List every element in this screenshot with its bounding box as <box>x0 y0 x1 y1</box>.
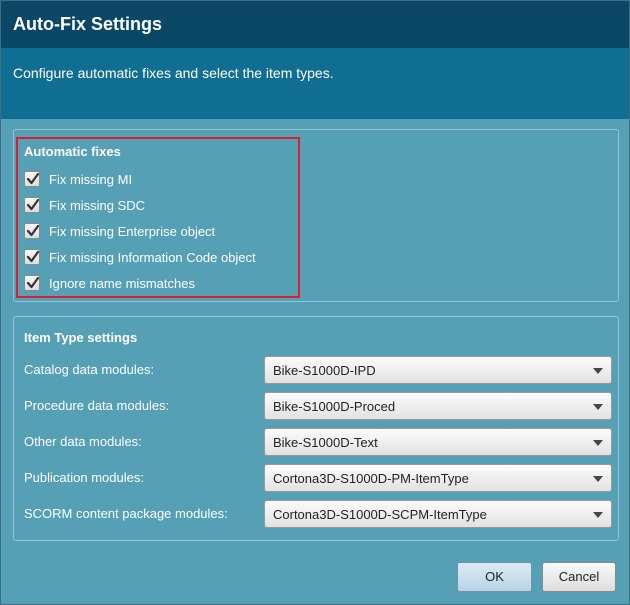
ignore-name-mismatches-option[interactable]: Ignore name mismatches <box>24 273 195 293</box>
procedure-data-modules-select[interactable]: Bike-S1000D-Proced <box>264 392 612 420</box>
automatic-fixes-title: Automatic fixes <box>24 144 121 159</box>
fix-missing-information-code-option[interactable]: Fix missing Information Code object <box>24 247 256 267</box>
chevron-down-icon <box>593 440 603 446</box>
chevron-down-icon <box>593 368 603 374</box>
ignore-name-mismatches-checkbox[interactable] <box>24 275 40 291</box>
scorm-content-package-modules-label: SCORM content package modules: <box>24 506 228 521</box>
auto-fix-settings-dialog: Auto-Fix Settings Configure automatic fi… <box>0 0 630 605</box>
fix-missing-enterprise-object-option[interactable]: Fix missing Enterprise object <box>24 221 215 241</box>
fix-missing-mi-checkbox[interactable] <box>24 171 40 187</box>
scorm-content-package-modules-value: Cortona3D-S1000D-SCPM-ItemType <box>273 507 487 522</box>
checkmark-icon <box>26 172 40 185</box>
publication-modules-label: Publication modules: <box>24 470 144 485</box>
checkmark-icon <box>26 198 40 211</box>
fix-missing-sdc-label: Fix missing SDC <box>49 197 146 213</box>
fix-missing-mi-option[interactable]: Fix missing MI <box>24 169 132 189</box>
chevron-down-icon <box>593 404 603 410</box>
checkmark-icon <box>26 224 40 237</box>
chevron-down-icon <box>593 512 603 518</box>
checkmark-icon <box>26 250 40 263</box>
catalog-data-modules-label: Catalog data modules: <box>24 362 155 377</box>
cancel-button[interactable]: Cancel <box>542 562 616 592</box>
fix-missing-mi-label: Fix missing MI <box>49 171 133 187</box>
dialog-title: Auto-Fix Settings <box>13 14 162 34</box>
chevron-down-icon <box>593 476 603 482</box>
catalog-data-modules-value: Bike-S1000D-IPD <box>273 363 376 378</box>
publication-modules-select[interactable]: Cortona3D-S1000D-PM-ItemType <box>264 464 612 492</box>
procedure-data-modules-value: Bike-S1000D-Proced <box>273 399 396 414</box>
other-data-modules-value: Bike-S1000D-Text <box>273 435 378 450</box>
fix-missing-enterprise-object-label: Fix missing Enterprise object <box>49 223 216 239</box>
procedure-data-modules-label: Procedure data modules: <box>24 398 170 413</box>
fix-missing-information-code-label: Fix missing Information Code object <box>49 249 256 265</box>
ok-button[interactable]: OK <box>457 562 532 592</box>
checkmark-icon <box>26 276 40 289</box>
publication-modules-value: Cortona3D-S1000D-PM-ItemType <box>273 471 469 486</box>
other-data-modules-select[interactable]: Bike-S1000D-Text <box>264 428 612 456</box>
catalog-data-modules-select[interactable]: Bike-S1000D-IPD <box>264 356 612 384</box>
fix-missing-enterprise-object-checkbox[interactable] <box>24 223 40 239</box>
item-type-settings-title: Item Type settings <box>24 330 138 345</box>
dialog-subtitle: Configure automatic fixes and select the… <box>13 65 334 81</box>
fix-missing-sdc-option[interactable]: Fix missing SDC <box>24 195 145 215</box>
fix-missing-information-code-checkbox[interactable] <box>24 249 40 265</box>
fix-missing-sdc-checkbox[interactable] <box>24 197 40 213</box>
title-bar: Auto-Fix Settings <box>1 1 629 48</box>
dialog-header: Configure automatic fixes and select the… <box>1 48 629 119</box>
scorm-content-package-modules-select[interactable]: Cortona3D-S1000D-SCPM-ItemType <box>264 500 612 528</box>
other-data-modules-label: Other data modules: <box>24 434 142 449</box>
ignore-name-mismatches-label: Ignore name mismatches <box>49 275 195 291</box>
